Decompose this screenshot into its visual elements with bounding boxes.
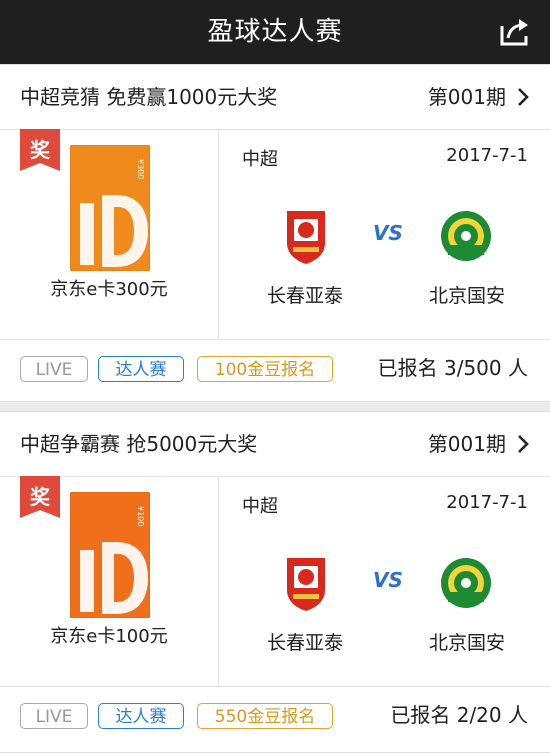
match-date: 2017-7-1	[446, 492, 528, 513]
contest-header[interactable]: 中超争霸赛 抢5000元大奖 第001期	[0, 412, 550, 477]
gold-bean-signup-tag[interactable]: 550金豆报名	[197, 703, 333, 729]
contest-header[interactable]: 中超竞猜 免费赢1000元大奖 第001期	[0, 65, 550, 130]
changchun-yatai-logo-icon	[287, 558, 325, 611]
daren-tag: 达人赛	[98, 703, 184, 729]
prize-section: 奖 ¥300 京东e卡300元	[0, 129, 219, 339]
jd-card-image: ¥300	[69, 144, 151, 272]
prize-name: 京东e卡300元	[50, 279, 168, 300]
contest-title: 中超竞猜 免费赢1000元大奖	[20, 85, 278, 109]
page-title: 盈球达人赛	[207, 17, 343, 47]
app-header: 盈球达人赛	[0, 0, 550, 64]
away-team-name: 北京国安	[428, 285, 505, 307]
prize-badge: 奖	[20, 476, 60, 518]
share-icon[interactable]	[498, 16, 532, 48]
live-tag: LIVE	[20, 703, 88, 729]
gold-bean-signup-tag[interactable]: 100金豆报名	[197, 356, 333, 382]
home-team-name: 长春亚泰	[266, 632, 343, 654]
match-date: 2017-7-1	[446, 145, 528, 166]
prize-name: 京东e卡100元	[50, 626, 168, 647]
live-tag: LIVE	[20, 356, 88, 382]
signup-count: 已报名 2/20 人	[390, 703, 528, 727]
chevron-right-icon	[518, 435, 529, 453]
changchun-yatai-logo-icon	[287, 211, 325, 264]
contest-body: 奖 ¥100 京东e卡100元 中超 2017-7-1 VS 长春亚泰 北京国安	[0, 476, 550, 687]
beijing-guoan-logo-icon	[441, 211, 491, 261]
contest-title: 中超争霸赛 抢5000元大奖	[20, 432, 258, 456]
contest-card[interactable]: 中超竞猜 免费赢1000元大奖 第001期 奖 ¥300 京东e卡300元 中超…	[0, 64, 550, 402]
beijing-guoan-logo-icon	[441, 558, 491, 608]
contest-card[interactable]: 中超争霸赛 抢5000元大奖 第001期 奖 ¥100 京东e卡100元 中超 …	[0, 411, 550, 753]
contest-footer: LIVE 达人赛 550金豆报名 已报名 2/20 人	[0, 687, 550, 747]
contest-period: 第001期	[427, 432, 506, 456]
prize-badge: 奖	[20, 129, 60, 171]
vs-label: VS	[373, 568, 403, 592]
contest-period: 第001期	[427, 85, 506, 109]
daren-tag: 达人赛	[98, 356, 184, 382]
chevron-right-icon	[518, 88, 529, 106]
contest-body: 奖 ¥300 京东e卡300元 中超 2017-7-1 VS 长春亚泰 北京国安	[0, 129, 550, 340]
prize-section: 奖 ¥100 京东e卡100元	[0, 476, 219, 686]
jd-card-image: ¥100	[69, 491, 151, 619]
signup-count: 已报名 3/500 人	[377, 356, 528, 380]
league-label: 中超	[242, 149, 278, 170]
home-team-name: 长春亚泰	[266, 285, 343, 307]
away-team-name: 北京国安	[428, 632, 505, 654]
contest-footer: LIVE 达人赛 100金豆报名 已报名 3/500 人	[0, 340, 550, 400]
league-label: 中超	[242, 496, 278, 517]
vs-label: VS	[373, 221, 403, 245]
